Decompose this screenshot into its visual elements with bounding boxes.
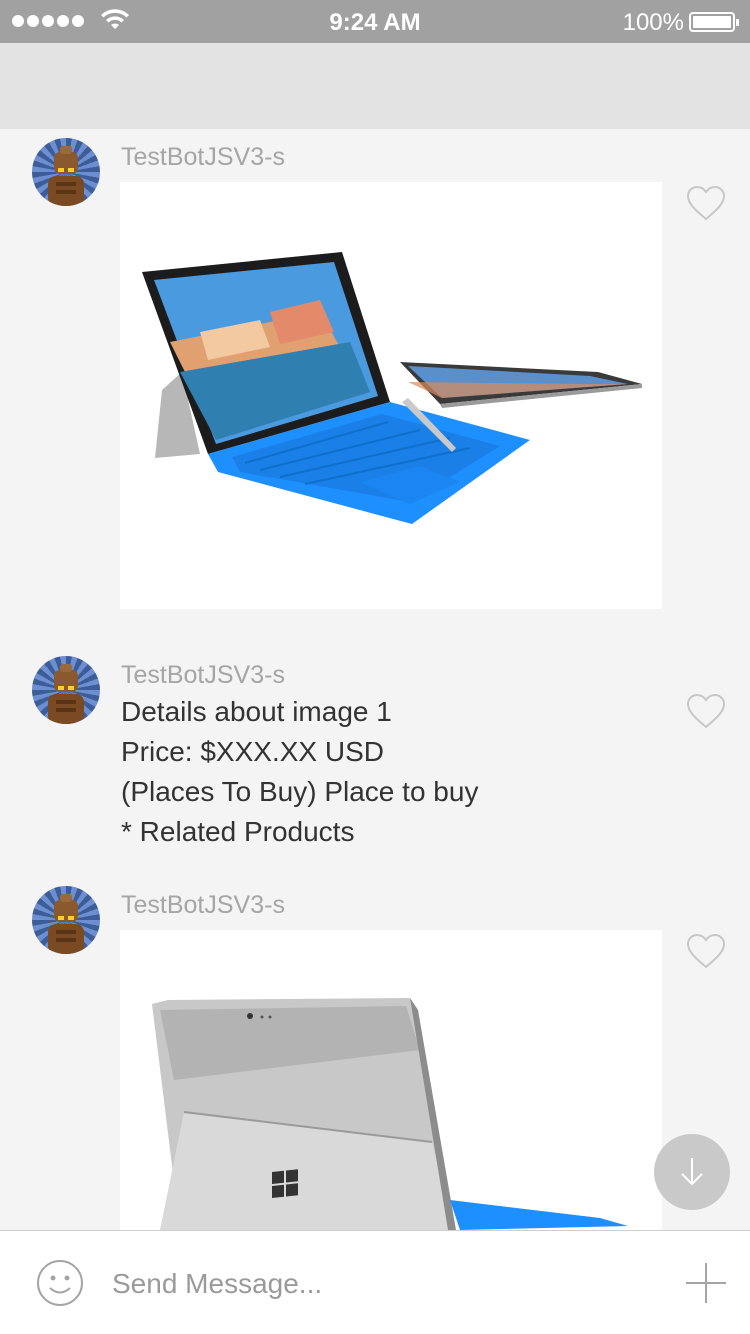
bot-avatar[interactable] bbox=[32, 138, 100, 206]
message-text: Details about image 1 Price: $XXX.XX USD… bbox=[121, 692, 478, 852]
battery-percent: 100% bbox=[622, 9, 684, 36]
message-image-surface-pro-keyboard[interactable] bbox=[120, 182, 662, 609]
surface-pro-back-image bbox=[152, 998, 628, 1230]
battery-icon bbox=[689, 12, 739, 32]
arrow-down-icon bbox=[681, 1158, 703, 1186]
like-heart-icon[interactable] bbox=[686, 185, 726, 221]
sender-name: TestBotJSV3-s bbox=[121, 891, 285, 919]
message-list[interactable]: TestBotJSV3-s TestBotJSV3-s Details abou… bbox=[0, 129, 750, 1230]
like-heart-icon[interactable] bbox=[686, 693, 726, 729]
message-input[interactable] bbox=[112, 1261, 652, 1307]
message-line: (Places To Buy) Place to buy bbox=[121, 776, 479, 807]
chat-header bbox=[0, 43, 750, 129]
message-line: * Related Products bbox=[121, 816, 355, 847]
like-heart-icon[interactable] bbox=[686, 933, 726, 969]
plus-icon[interactable] bbox=[686, 1263, 726, 1303]
message-image-surface-pro-back[interactable] bbox=[120, 930, 662, 1230]
scroll-to-bottom-button[interactable] bbox=[654, 1134, 730, 1210]
sender-name: TestBotJSV3-s bbox=[121, 143, 285, 171]
message-composer bbox=[0, 1230, 750, 1334]
message-line: Details about image 1 bbox=[121, 696, 392, 727]
bot-avatar[interactable] bbox=[32, 656, 100, 724]
bot-avatar[interactable] bbox=[32, 886, 100, 954]
smiley-icon[interactable] bbox=[36, 1259, 84, 1307]
sender-name: TestBotJSV3-s bbox=[121, 661, 285, 689]
status-bar: 9:24 AM 100% bbox=[0, 0, 750, 43]
surface-pro-keyboard-image bbox=[142, 252, 642, 524]
message-line: Price: $XXX.XX USD bbox=[121, 736, 384, 767]
